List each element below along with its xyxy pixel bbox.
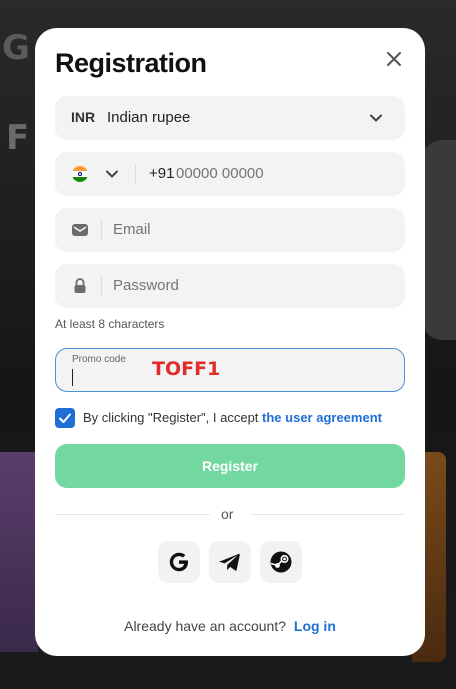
login-link[interactable]: Log in bbox=[294, 618, 336, 634]
promo-code-label: Promo code bbox=[72, 354, 126, 365]
password-hint: At least 8 characters bbox=[55, 317, 165, 331]
promo-code-field[interactable]: Promo code TOFF1 bbox=[55, 348, 405, 392]
email-field bbox=[55, 208, 405, 252]
close-icon[interactable] bbox=[385, 50, 403, 68]
background-card bbox=[0, 452, 38, 652]
google-icon bbox=[169, 552, 188, 572]
divider bbox=[101, 276, 102, 296]
agreement-text: By clicking "Register", I accept the use… bbox=[83, 410, 382, 425]
divider-line bbox=[250, 514, 405, 515]
steam-icon bbox=[270, 551, 292, 573]
login-prompt-text: Already have an account? bbox=[124, 618, 286, 634]
background-text: G bbox=[2, 28, 30, 68]
password-field bbox=[55, 264, 405, 308]
phone-field: +91 bbox=[55, 152, 405, 196]
email-input[interactable] bbox=[113, 221, 383, 238]
text-caret bbox=[72, 369, 73, 386]
user-agreement-link[interactable]: the user agreement bbox=[262, 410, 382, 425]
telegram-login-button[interactable] bbox=[209, 541, 251, 583]
lock-icon bbox=[74, 278, 86, 293]
checkmark-icon bbox=[59, 413, 71, 423]
agreement-label: By clicking "Register", I accept bbox=[83, 410, 259, 425]
password-input[interactable] bbox=[113, 277, 383, 294]
india-flag-icon bbox=[72, 166, 88, 182]
register-button[interactable]: Register bbox=[55, 444, 405, 488]
divider bbox=[101, 220, 102, 240]
background-text: F bbox=[6, 118, 30, 158]
chevron-down-icon bbox=[106, 170, 118, 178]
currency-name: Indian rupee bbox=[107, 109, 191, 126]
chevron-down-icon bbox=[370, 114, 382, 122]
divider-line bbox=[55, 514, 210, 515]
registration-modal: Registration INR Indian rupee +91 00000 … bbox=[35, 28, 425, 656]
mail-icon bbox=[72, 224, 88, 236]
phone-input[interactable] bbox=[176, 165, 376, 182]
promo-code-value: TOFF1 bbox=[152, 358, 221, 380]
agreement-checkbox[interactable] bbox=[55, 408, 75, 428]
divider bbox=[135, 164, 136, 184]
modal-title: Registration bbox=[55, 48, 207, 78]
country-selector[interactable] bbox=[55, 152, 135, 196]
telegram-icon bbox=[219, 553, 240, 571]
steam-login-button[interactable] bbox=[260, 541, 302, 583]
or-label: or bbox=[221, 506, 234, 522]
background-image bbox=[422, 140, 456, 340]
currency-select[interactable]: INR Indian rupee bbox=[55, 96, 405, 140]
phone-prefix: +91 bbox=[149, 165, 175, 182]
google-login-button[interactable] bbox=[158, 541, 200, 583]
currency-code: INR bbox=[71, 109, 96, 125]
login-prompt: Already have an account? Log in bbox=[35, 618, 425, 634]
